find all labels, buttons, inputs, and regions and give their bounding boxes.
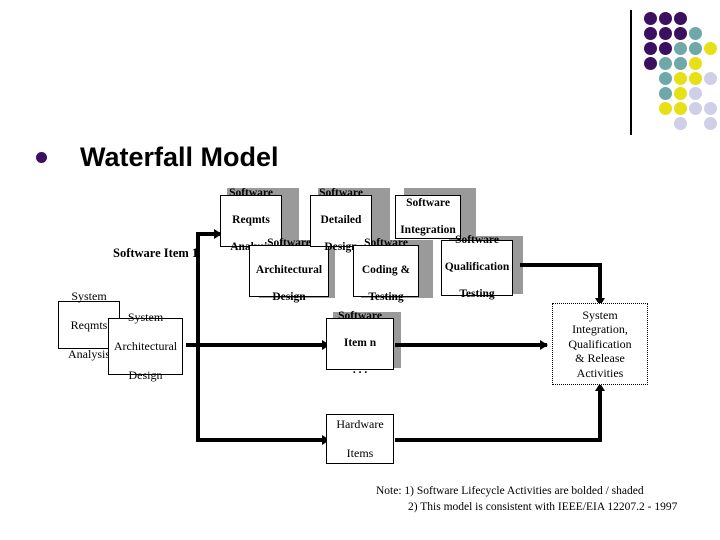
box-line: Integration, — [572, 322, 628, 337]
box-software-qualification-testing: Software Qualification Testing — [441, 234, 513, 300]
footnote: Note: 1) Software Lifecycle Activities a… — [376, 483, 706, 515]
box-line: . . . — [352, 364, 368, 377]
box-line: Software — [319, 187, 363, 200]
line-item-n-to-system-integration — [395, 343, 547, 347]
box-hardware-items: Hardware Items — [326, 414, 394, 464]
box-line: Qualification — [444, 261, 510, 274]
box-line: Software — [338, 310, 382, 323]
box-line: System — [127, 310, 164, 325]
box-line: Hardware — [336, 417, 384, 432]
box-system-architectural-design: System Architectural Design — [108, 310, 183, 382]
box-line: Design — [272, 291, 306, 304]
box-line: System — [71, 288, 107, 303]
box-line: System — [582, 307, 618, 322]
box-line: Architectural — [255, 264, 323, 277]
box-line: Item n — [343, 337, 377, 350]
footnote-line-2: 2) This model is consistent with IEEE/EI… — [408, 501, 678, 513]
waterfall-diagram: System Reqmts Analysis System Architectu… — [0, 0, 720, 540]
footnote-line-1: Note: 1) Software Lifecycle Activities a… — [376, 485, 644, 497]
box-line: Software — [364, 237, 408, 250]
box-line: Architectural — [113, 339, 178, 354]
box-software-item-n: Software Item n . . . — [326, 310, 394, 376]
line-qualification-right — [520, 263, 602, 267]
line-software-item-trunk — [196, 232, 200, 442]
box-line: Activities — [576, 365, 624, 380]
box-line: Testing — [368, 291, 404, 304]
box-line: Design — [128, 368, 163, 383]
label-software-item-1: Software Item 1 — [113, 246, 199, 260]
arrowhead-into-system-integration-left — [540, 340, 548, 350]
box-line: Qualification — [568, 336, 632, 351]
box-line: Software — [455, 234, 499, 247]
box-line: Items — [346, 446, 374, 461]
box-system-integration-qualification-release-activities: System Integration, Qualification & Rele… — [552, 303, 648, 385]
line-hardware-right — [395, 438, 602, 442]
slide-canvas: Waterfall Model System Reqmts Analysis S… — [0, 0, 720, 540]
box-line: Coding & — [361, 264, 411, 277]
box-software-integration: Software Integration — [395, 195, 461, 239]
box-line: Software — [229, 187, 273, 200]
box-line: Reqmts — [232, 214, 270, 227]
line-hardware-up — [598, 390, 602, 440]
box-line: Testing — [459, 288, 495, 301]
line-to-software-item-n — [186, 343, 330, 347]
box-software-coding-testing: Software Coding & Testing — [353, 237, 419, 303]
box-line: Software — [406, 196, 450, 209]
line-to-hardware-items — [196, 438, 330, 442]
line-qualification-down — [598, 263, 602, 303]
box-line: Detailed — [320, 214, 362, 227]
box-line: & Release — [575, 351, 625, 366]
